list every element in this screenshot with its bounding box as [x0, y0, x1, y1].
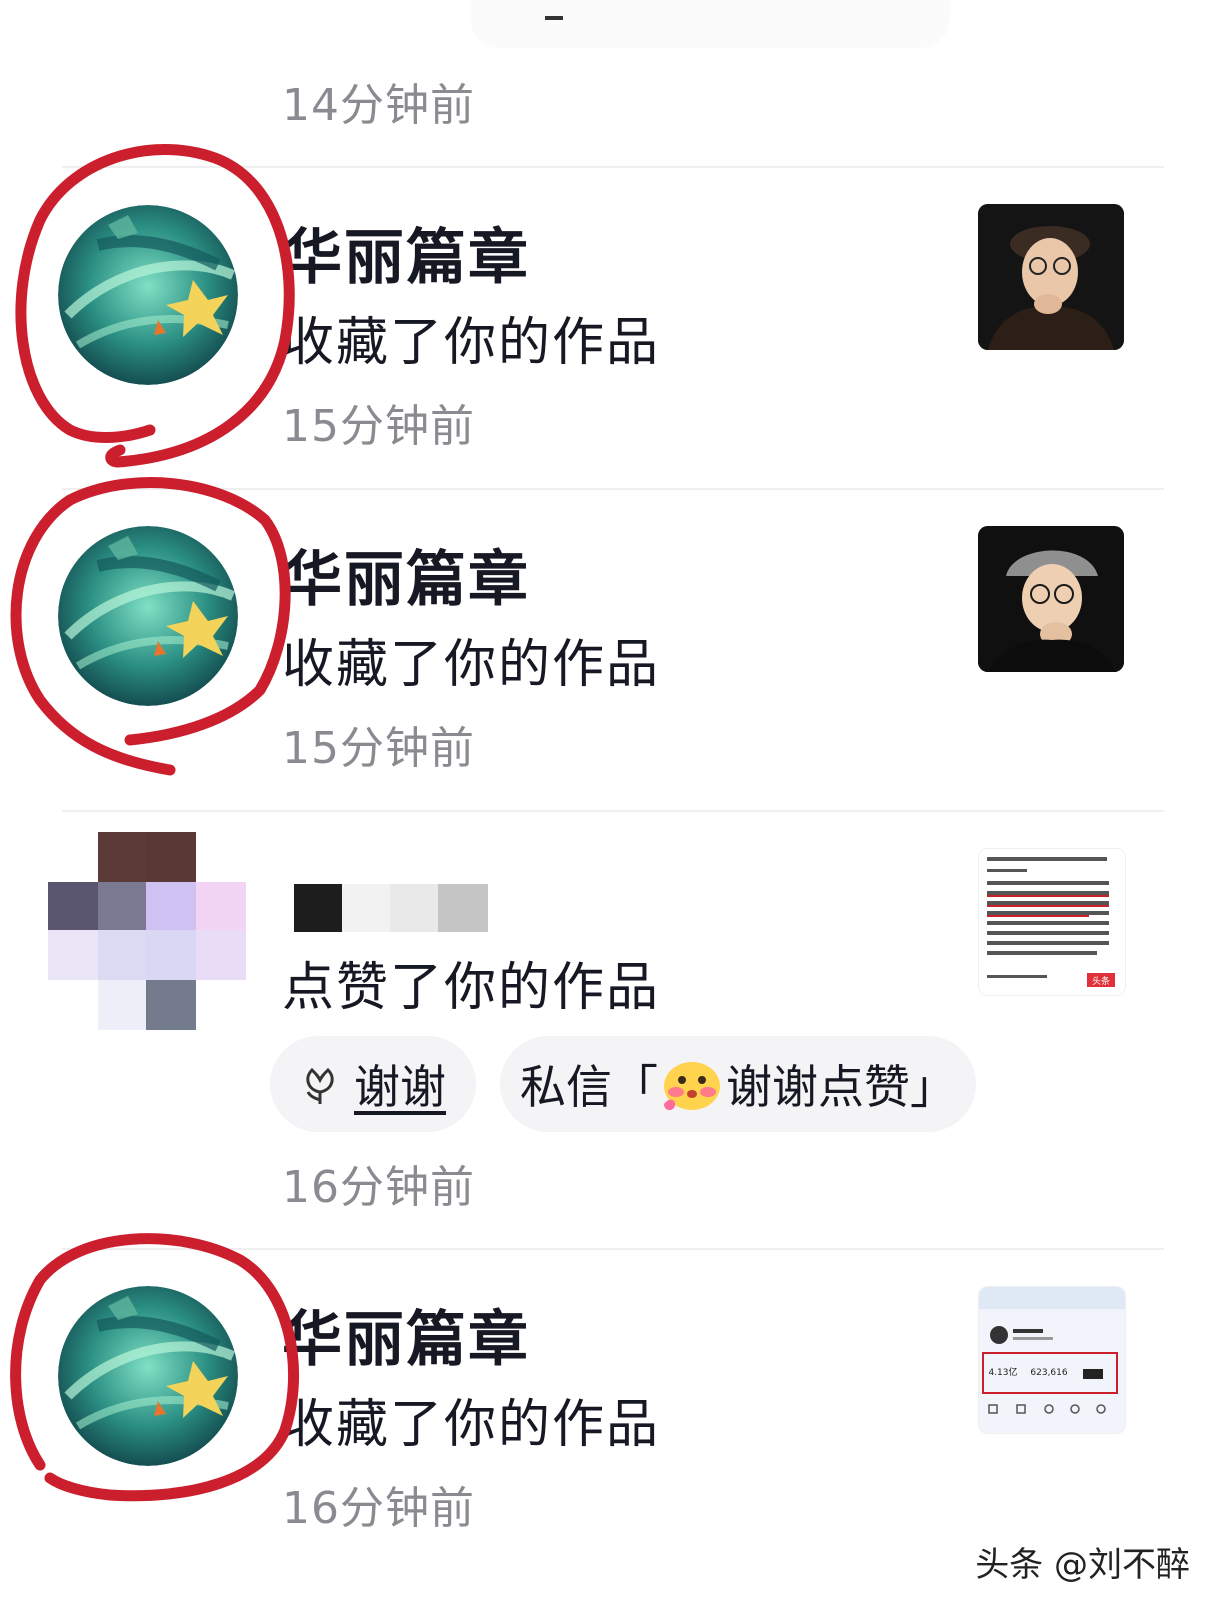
- notification-action: 收藏了你的作品: [282, 313, 661, 373]
- username[interactable]: 华丽篇章: [282, 228, 530, 288]
- divider: [62, 166, 1164, 168]
- man-portrait-thumbnail: [978, 204, 1124, 350]
- username[interactable]: 华丽篇章: [282, 1310, 530, 1370]
- dm-prefix: 私信「: [520, 1060, 658, 1114]
- man-portrait-thumbnail: [978, 526, 1124, 672]
- notification-time: 15分钟前: [282, 723, 475, 774]
- user-avatar[interactable]: [58, 526, 238, 706]
- work-thumbnail[interactable]: 4.13亿 623,616: [978, 1286, 1126, 1434]
- divider: [62, 810, 1164, 812]
- work-thumbnail[interactable]: [978, 204, 1124, 350]
- game-emblem-avatar-icon: [58, 1286, 238, 1466]
- notification-action: 收藏了你的作品: [282, 1395, 661, 1455]
- notification-action: 收藏了你的作品: [282, 635, 661, 695]
- user-avatar[interactable]: [58, 205, 238, 385]
- work-thumbnail[interactable]: [978, 526, 1124, 672]
- thanks-button[interactable]: 谢谢: [270, 1036, 476, 1132]
- article-screenshot-thumbnail: 头条: [979, 849, 1125, 995]
- game-emblem-avatar-icon: [58, 205, 238, 385]
- notification-time: 16分钟前: [282, 1483, 475, 1534]
- user-avatar[interactable]: [58, 1286, 238, 1466]
- username[interactable]: 华丽篇章: [282, 550, 530, 610]
- flower-icon: [306, 1067, 334, 1104]
- profile-stats-screenshot-thumbnail: 4.13亿 623,616: [979, 1287, 1125, 1433]
- notification-action: 点赞了你的作品: [282, 958, 661, 1018]
- notification-time: 15分钟前: [282, 401, 475, 452]
- pixelated-username[interactable]: [282, 872, 497, 932]
- thumb-stat: 4.13亿: [988, 1366, 1017, 1378]
- top-partial-card: [470, 0, 950, 48]
- dm-thanks-button[interactable]: 私信「 谢谢点赞」: [500, 1036, 976, 1132]
- blushing-face-icon: [664, 1062, 720, 1111]
- divider: [62, 488, 1164, 490]
- work-thumbnail[interactable]: 头条: [978, 848, 1126, 996]
- game-emblem-avatar-icon: [58, 526, 238, 706]
- dm-text: 谢谢点赞」: [726, 1060, 956, 1114]
- notification-time: 16分钟前: [282, 1162, 475, 1213]
- notification-time: 14分钟前: [282, 80, 475, 131]
- watermark: 头条 @刘不醉: [975, 1545, 1190, 1585]
- divider: [62, 1248, 1164, 1250]
- thumb-badge: 头条: [1092, 975, 1110, 987]
- pixelated-avatar[interactable]: [48, 832, 246, 1030]
- thumb-stat: 623,616: [1030, 1368, 1067, 1378]
- top-partial-mark: [545, 16, 563, 20]
- thanks-label: 谢谢: [354, 1060, 446, 1114]
